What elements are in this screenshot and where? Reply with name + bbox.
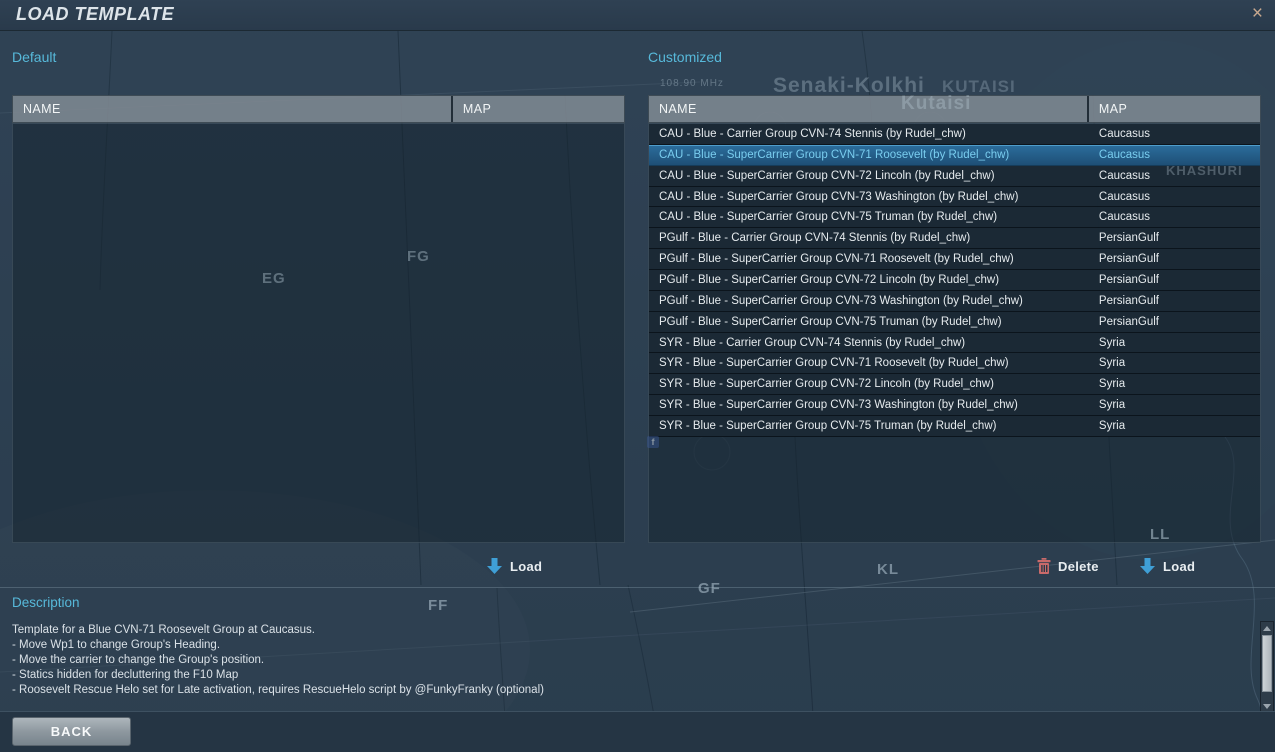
scrollbar-thumb[interactable]	[1262, 635, 1272, 692]
scrollbar-up-arrow[interactable]	[1261, 622, 1273, 634]
row-name-cell: PGulf - Blue - SuperCarrier Group CVN-73…	[649, 295, 1089, 307]
load-template-dialog: 108.90 MHzSenaki-KolkhiKUTAISIKutaisiKHA…	[0, 0, 1275, 752]
row-map-cell: PersianGulf	[1089, 253, 1260, 265]
customized-load-button[interactable]: Load	[1139, 555, 1195, 577]
row-name-cell: SYR - Blue - SuperCarrier Group CVN-75 T…	[649, 420, 1089, 432]
table-row[interactable]: PGulf - Blue - SuperCarrier Group CVN-72…	[649, 270, 1260, 291]
table-row[interactable]: PGulf - Blue - SuperCarrier Group CVN-71…	[649, 249, 1260, 270]
row-map-cell: PersianGulf	[1089, 295, 1260, 307]
table-row[interactable]: SYR - Blue - SuperCarrier Group CVN-73 W…	[649, 395, 1260, 416]
row-map-cell: Caucasus	[1089, 191, 1260, 203]
table-row[interactable]: CAU - Blue - SuperCarrier Group CVN-73 W…	[649, 187, 1260, 208]
table-row[interactable]: SYR - Blue - SuperCarrier Group CVN-72 L…	[649, 374, 1260, 395]
customized-delete-button[interactable]: Delete	[1037, 555, 1099, 577]
download-arrow-icon	[1139, 557, 1156, 575]
row-map-cell: PersianGulf	[1089, 316, 1260, 328]
triangle-down-icon	[1263, 704, 1271, 709]
column-header-map[interactable]: MAP	[1089, 96, 1260, 122]
table-row[interactable]: CAU - Blue - SuperCarrier Group CVN-72 L…	[649, 166, 1260, 187]
table-row[interactable]: SYR - Blue - SuperCarrier Group CVN-71 R…	[649, 353, 1260, 374]
row-name-cell: CAU - Blue - Carrier Group CVN-74 Stenni…	[649, 128, 1089, 140]
row-name-cell: SYR - Blue - SuperCarrier Group CVN-73 W…	[649, 399, 1089, 411]
row-map-cell: Caucasus	[1089, 170, 1260, 182]
row-name-cell: CAU - Blue - SuperCarrier Group CVN-72 L…	[649, 170, 1089, 182]
row-name-cell: PGulf - Blue - SuperCarrier Group CVN-75…	[649, 316, 1089, 328]
description-line: - Move the carrier to change the Group's…	[12, 653, 1192, 668]
row-map-cell: Syria	[1089, 337, 1260, 349]
download-arrow-icon	[486, 557, 503, 575]
row-map-cell: Syria	[1089, 378, 1260, 390]
row-map-cell: PersianGulf	[1089, 232, 1260, 244]
table-row[interactable]: CAU - Blue - Carrier Group CVN-74 Stenni…	[649, 124, 1260, 145]
dialog-title: LOAD TEMPLATE	[16, 4, 174, 25]
column-header-name[interactable]: NAME	[13, 96, 453, 122]
bottom-bar: BACK	[0, 711, 1275, 752]
row-name-cell: SYR - Blue - SuperCarrier Group CVN-72 L…	[649, 378, 1089, 390]
table-row[interactable]: CAU - Blue - SuperCarrier Group CVN-75 T…	[649, 207, 1260, 228]
row-map-cell: Caucasus	[1089, 149, 1260, 161]
description-scrollbar[interactable]	[1260, 621, 1274, 713]
default-template-table: NAME MAP	[12, 95, 625, 543]
triangle-up-icon	[1263, 626, 1271, 631]
dialog-titlebar: LOAD TEMPLATE ×	[0, 0, 1275, 31]
row-name-cell: CAU - Blue - SuperCarrier Group CVN-71 R…	[649, 149, 1089, 161]
row-name-cell: PGulf - Blue - Carrier Group CVN-74 Sten…	[649, 232, 1089, 244]
description-divider	[0, 587, 1275, 588]
column-header-name[interactable]: NAME	[649, 96, 1089, 122]
customized-panel-label: Customized	[648, 49, 722, 65]
default-load-button[interactable]: Load	[486, 555, 542, 577]
customized-table-body: CAU - Blue - Carrier Group CVN-74 Stenni…	[648, 123, 1261, 543]
row-map-cell: Caucasus	[1089, 128, 1260, 140]
load-button-label: Load	[510, 559, 542, 574]
row-name-cell: PGulf - Blue - SuperCarrier Group CVN-71…	[649, 253, 1089, 265]
table-row[interactable]: SYR - Blue - Carrier Group CVN-74 Stenni…	[649, 333, 1260, 354]
row-map-cell: Caucasus	[1089, 211, 1260, 223]
back-button[interactable]: BACK	[12, 717, 131, 746]
table-row[interactable]: PGulf - Blue - SuperCarrier Group CVN-75…	[649, 312, 1260, 333]
description-line: Template for a Blue CVN-71 Roosevelt Gro…	[12, 623, 1192, 638]
default-table-header: NAME MAP	[12, 95, 625, 123]
description-line: - Roosevelt Rescue Helo set for Late act…	[12, 683, 1192, 698]
row-name-cell: PGulf - Blue - SuperCarrier Group CVN-72…	[649, 274, 1089, 286]
description-line: - Move Wp1 to change Group's Heading.	[12, 638, 1192, 653]
table-row[interactable]: CAU - Blue - SuperCarrier Group CVN-71 R…	[649, 145, 1260, 166]
customized-template-table: NAME MAP CAU - Blue - Carrier Group CVN-…	[648, 95, 1261, 543]
description-line: - Statics hidden for decluttering the F1…	[12, 668, 1192, 683]
row-name-cell: SYR - Blue - Carrier Group CVN-74 Stenni…	[649, 337, 1089, 349]
table-row[interactable]: PGulf - Blue - Carrier Group CVN-74 Sten…	[649, 228, 1260, 249]
trash-icon	[1037, 558, 1051, 575]
row-name-cell: SYR - Blue - SuperCarrier Group CVN-71 R…	[649, 357, 1089, 369]
customized-table-header: NAME MAP	[648, 95, 1261, 123]
table-row[interactable]: PGulf - Blue - SuperCarrier Group CVN-73…	[649, 291, 1260, 312]
row-map-cell: Syria	[1089, 420, 1260, 432]
description-label: Description	[12, 595, 80, 610]
close-icon[interactable]: ×	[1252, 3, 1263, 25]
description-text: Template for a Blue CVN-71 Roosevelt Gro…	[12, 623, 1192, 698]
row-map-cell: PersianGulf	[1089, 274, 1260, 286]
row-map-cell: Syria	[1089, 357, 1260, 369]
default-table-body	[12, 123, 625, 543]
row-map-cell: Syria	[1089, 399, 1260, 411]
row-name-cell: CAU - Blue - SuperCarrier Group CVN-73 W…	[649, 191, 1089, 203]
delete-button-label: Delete	[1058, 559, 1099, 574]
load-button-label: Load	[1163, 559, 1195, 574]
column-header-map[interactable]: MAP	[453, 96, 624, 122]
default-panel-label: Default	[12, 49, 56, 65]
table-row[interactable]: SYR - Blue - SuperCarrier Group CVN-75 T…	[649, 416, 1260, 437]
row-name-cell: CAU - Blue - SuperCarrier Group CVN-75 T…	[649, 211, 1089, 223]
